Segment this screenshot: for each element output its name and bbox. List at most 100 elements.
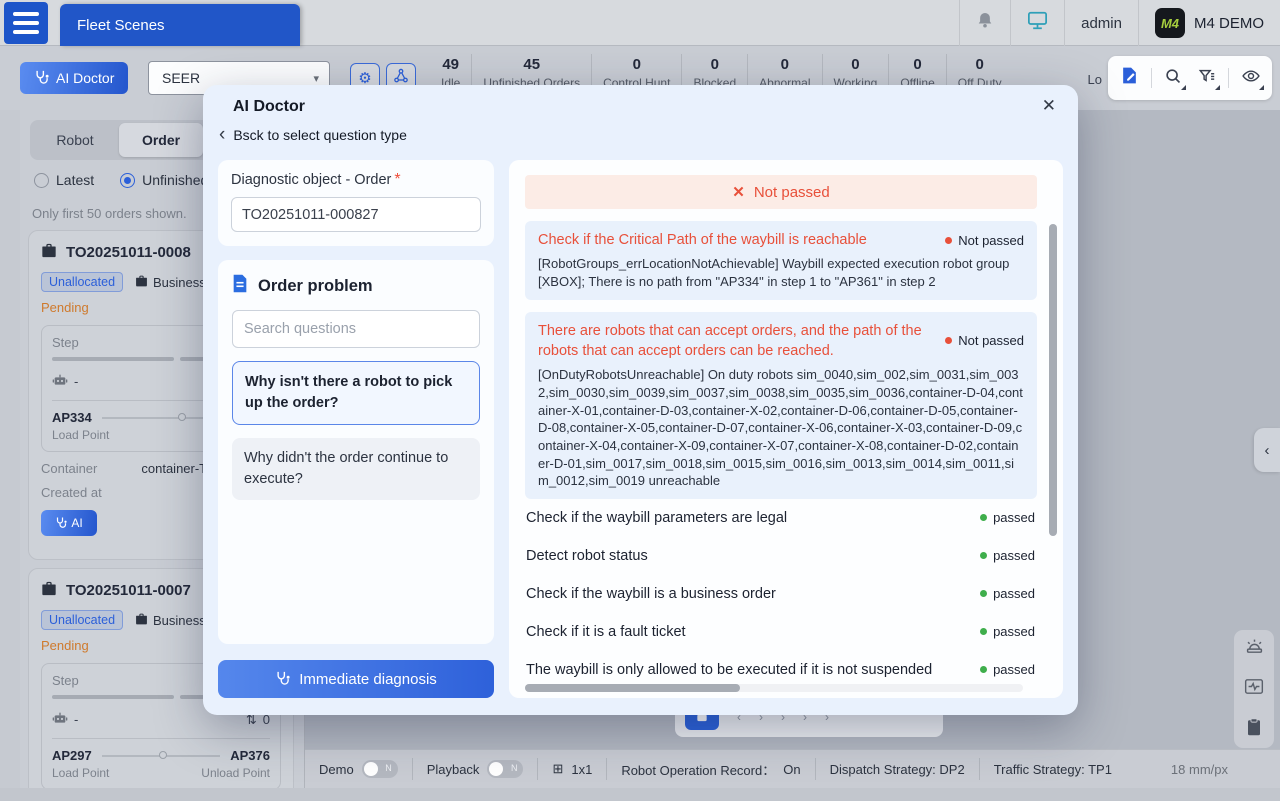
monitor-button[interactable] (1010, 0, 1064, 46)
status-bar: Demo N Playback N ⊞ 1x1 Robot Operation … (305, 749, 1280, 788)
demo-toggle[interactable]: N (362, 760, 398, 778)
robot-operation-record: Robot Operation Record： On (607, 758, 815, 780)
demo-toggle-group: Demo N (305, 758, 413, 780)
tab-fleet-scenes[interactable]: Fleet Scenes (60, 4, 300, 46)
back-label: Bsck to select question type (233, 127, 407, 143)
back-button[interactable]: ‹ Bsck to select question type (219, 127, 407, 143)
check-title: Check if the Critical Path of the waybil… (538, 230, 935, 250)
vertical-scrollbar[interactable] (1049, 224, 1057, 536)
grid-layout-control[interactable]: ⊞ 1x1 (538, 758, 607, 780)
horizontal-scrollbar[interactable] (525, 684, 1023, 692)
from-point: AP297 (52, 748, 92, 763)
radio-unfinished[interactable]: Unfinished (120, 172, 208, 188)
progress-segment (52, 357, 174, 361)
container-label: Container (41, 461, 97, 476)
record-value: On (783, 762, 800, 777)
close-icon[interactable]: ✕ (1042, 96, 1056, 116)
search-icon (1164, 67, 1182, 90)
order-ai-diagnose-button[interactable]: AI (41, 510, 97, 536)
grid-value: 1x1 (571, 762, 592, 777)
briefcase-icon (41, 581, 57, 600)
radio-circle-icon (120, 173, 135, 188)
clipboard-icon (1246, 718, 1262, 741)
tab-robot[interactable]: Robot (33, 123, 117, 157)
stethoscope-icon (275, 670, 290, 689)
dispatch-strategy: Dispatch Strategy: DP2 (816, 758, 980, 780)
hamburger-menu-icon[interactable] (4, 2, 48, 44)
status-dot-icon (945, 337, 952, 344)
user-menu[interactable]: admin (1064, 0, 1138, 46)
robot-icon (52, 711, 68, 728)
check-title: There are robots that can accept orders,… (538, 321, 935, 362)
result-banner-label: Not passed (754, 184, 830, 201)
notifications-button[interactable] (959, 0, 1010, 46)
edit-button[interactable] (1116, 65, 1142, 91)
task-list-button[interactable] (1240, 716, 1268, 742)
route-slider (102, 755, 221, 757)
alarm-button[interactable] (1240, 636, 1268, 662)
horizontal-scrollbar-thumb[interactable] (525, 684, 740, 692)
result-banner: ✕ Not passed (525, 175, 1037, 209)
status-dot-icon (980, 590, 987, 597)
briefcase-icon (135, 613, 148, 628)
check-title: Detect robot status (526, 548, 648, 564)
eye-icon (1241, 66, 1261, 91)
to-point: AP376 (230, 748, 270, 763)
m4-logo: M4 (1155, 8, 1185, 38)
topbar-right-cluster: admin M4 M4 DEMO (959, 0, 1280, 46)
assigned-robot: - (74, 712, 78, 727)
order-filters: Latest Unfinished (34, 172, 208, 188)
passed-check-item: Check if the waybill parameters are lega… (525, 499, 1037, 537)
check-status: passed (980, 510, 1035, 525)
route-knob (159, 751, 167, 759)
search-questions-input[interactable] (232, 310, 480, 348)
assigned-robot: - (74, 374, 78, 389)
right-panel-collapse-handle[interactable]: ‹ (1254, 428, 1280, 472)
status-dot-icon (980, 628, 987, 635)
divider (52, 738, 270, 739)
divider (1151, 68, 1152, 88)
created-at-label: Created at (41, 485, 102, 500)
diagnostic-object-input[interactable] (231, 197, 481, 232)
from-point-label: Load Point (52, 766, 109, 780)
immediate-diagnosis-button[interactable]: Immediate diagnosis (218, 660, 494, 698)
right-floating-toolbar (1234, 630, 1274, 748)
chevron-down-icon: ▾ (313, 72, 319, 85)
diagnostic-object-label: Diagnostic object - Order (231, 172, 391, 188)
check-status: passed (980, 586, 1035, 601)
visibility-button[interactable] (1238, 65, 1264, 91)
check-detail: [OnDutyRobotsUnreachable] On duty robots… (538, 366, 1024, 490)
failed-check-item: Check if the Critical Path of the waybil… (525, 221, 1037, 300)
container-value: container-T (141, 461, 207, 476)
search-button[interactable] (1160, 65, 1186, 91)
pulse-monitor-icon (1244, 678, 1264, 700)
diagnosis-result-panel: ✕ Not passed Check if the Critical Path … (509, 160, 1063, 698)
check-title: Check if it is a fault ticket (526, 624, 686, 640)
question-item-selected[interactable]: Why isn't there a robot to pick up the o… (232, 361, 480, 425)
radio-latest[interactable]: Latest (34, 172, 94, 188)
failed-check-item: There are robots that can accept orders,… (525, 312, 1037, 499)
ai-doctor-label: AI Doctor (56, 70, 114, 86)
order-type-tag: Business (135, 613, 206, 628)
question-item[interactable]: Why didn't the order continue to execute… (232, 438, 480, 500)
check-status: Not passed (945, 333, 1024, 348)
check-title: Check if the waybill is a business order (526, 586, 776, 602)
playback-toggle[interactable]: N (487, 760, 523, 778)
modal-left-column: Diagnostic object - Order* Order problem… (218, 160, 494, 698)
from-point: AP334 (52, 410, 92, 425)
order-problem-card: Order problem Why isn't there a robot to… (218, 260, 494, 644)
tab-order[interactable]: Order (119, 123, 203, 157)
check-status: passed (980, 662, 1035, 677)
check-detail: [RobotGroups_errLocationNotAchievable] W… (538, 255, 1024, 290)
toolbar-side-text: Lo (1088, 72, 1102, 87)
filter-button[interactable] (1194, 65, 1220, 91)
map-scale: 18 mm/px (1171, 762, 1280, 777)
monitor-chart-button[interactable] (1240, 676, 1268, 702)
status-dot-icon (980, 552, 987, 559)
monitor-icon (1027, 11, 1048, 35)
filter-icon (1198, 67, 1216, 90)
bottom-strip (0, 788, 1280, 801)
stethoscope-icon (34, 69, 49, 87)
ai-doctor-button[interactable]: AI Doctor (20, 62, 128, 94)
diagnostic-object-card: Diagnostic object - Order* (218, 160, 494, 246)
